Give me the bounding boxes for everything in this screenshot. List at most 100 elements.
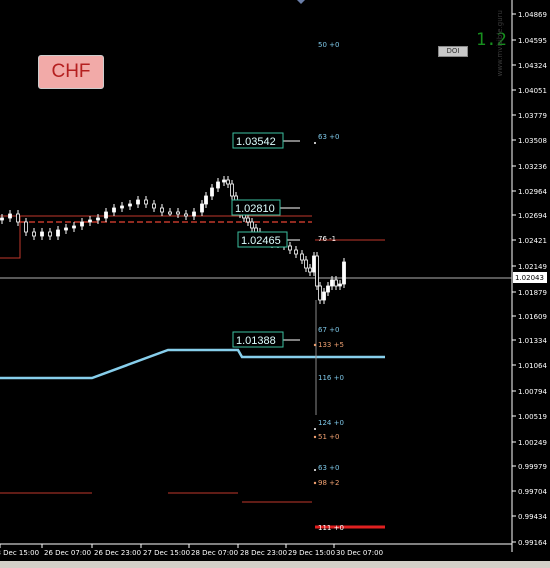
symbol-tabs: EURUSD,H1USDCAD,H1GBPUSD,H1USDJPY,H1AUDU… (0, 561, 550, 568)
candle-body (144, 199, 148, 205)
price-box-4: 1.01388 (236, 335, 276, 347)
level-label: 98 +2 (318, 479, 339, 487)
price-tick-label: 1.03236 (518, 163, 547, 171)
candle-body (216, 181, 220, 189)
doi-button[interactable]: DOI (438, 46, 468, 57)
candle-body (246, 217, 250, 223)
price-tick-label: 1.03508 (518, 137, 547, 145)
level-label: 133 +5 (318, 341, 344, 349)
time-tick-label: 26 Dec 23:00 (94, 549, 141, 557)
time-tick-label: 27 Dec 15:00 (143, 549, 190, 557)
time-tick-label: 30 Dec 07:00 (336, 549, 383, 557)
price-tick-label: 1.00519 (518, 413, 547, 421)
candle-body (152, 203, 156, 209)
chart-shift-icon (297, 0, 305, 4)
price-tick-label: 1.04051 (518, 87, 547, 95)
candle-body (315, 255, 319, 287)
candle-body (80, 221, 84, 227)
candle-body (288, 245, 292, 251)
price-box-1: 1.03542 (236, 136, 276, 148)
candle-body (334, 279, 338, 287)
candle-body (88, 219, 92, 223)
level-label: 50 +0 (318, 41, 339, 49)
candle-body (48, 231, 52, 237)
candle-body (330, 279, 334, 287)
level-label: 63 +0 (318, 464, 339, 472)
level-label: 124 +0 (318, 419, 344, 427)
price-box-3: 1.02465 (241, 235, 281, 247)
candle-body (112, 207, 116, 213)
time-tick-label: 23 Dec 15:00 (0, 549, 39, 557)
price-tick-label: 1.01064 (518, 362, 547, 370)
candle-body (160, 207, 164, 213)
price-box-group: 1.03542 1.02810 1.02465 1.01388 (231, 132, 288, 348)
price-tick-label: 1.04595 (518, 37, 547, 45)
candle-body (294, 249, 298, 255)
candle-body (16, 213, 20, 223)
level-label: 51 +0 (318, 433, 339, 441)
price-tick-label: 1.01609 (518, 313, 547, 321)
candle-body (64, 227, 68, 231)
price-tick-label: 0.99704 (518, 488, 547, 496)
price-tick-label: 1.01879 (518, 289, 547, 297)
candle-body (120, 205, 124, 209)
level-label: 67 +0 (318, 326, 339, 334)
candle-body (128, 203, 132, 207)
candle-body (322, 291, 326, 301)
candle-body (304, 259, 308, 269)
watermark: www.mvisible.guru (496, 10, 504, 77)
candle-body (0, 217, 4, 221)
candle-body (326, 285, 330, 293)
candle-body (56, 229, 60, 237)
price-tick-label: 1.01334 (518, 337, 547, 345)
candle-body (8, 213, 12, 219)
price-tick-label: 0.99434 (518, 513, 547, 521)
level-label: 76 -1 (318, 235, 336, 243)
level-label: 63 +0 (318, 133, 339, 141)
price-tick-label: 1.03779 (518, 112, 547, 120)
price-tick-label: 0.99164 (518, 539, 547, 547)
candle-body (40, 231, 44, 237)
candle-body (32, 231, 36, 237)
time-tick-label: 26 Dec 07:00 (44, 549, 91, 557)
price-tick-label: 1.02149 (518, 263, 547, 271)
time-tick-label: 29 Dec 15:00 (288, 549, 335, 557)
price-tick-label: 0.99979 (518, 463, 547, 471)
candle-body (136, 199, 140, 205)
level-label: 111 +0 (318, 524, 344, 532)
candle-body (200, 203, 204, 213)
candle-body (104, 211, 108, 219)
candle-body (226, 179, 230, 185)
price-tick-label: 1.02964 (518, 188, 547, 196)
candle-body (184, 213, 188, 217)
candle-body (230, 183, 234, 197)
price-tick-label: 1.04869 (518, 11, 547, 19)
candle-body (342, 261, 346, 285)
candle-body (24, 221, 28, 233)
candle-body (254, 227, 258, 233)
price-tick-label: 1.00249 (518, 439, 547, 447)
candle-body (338, 283, 342, 287)
candle-body (96, 217, 100, 221)
price-tick-label: 1.04324 (518, 62, 547, 70)
price-tick-label: 1.02421 (518, 237, 547, 245)
current-price-label: 1.02043 (515, 274, 544, 282)
candle-body (300, 253, 304, 261)
price-tick-label: 1.02694 (518, 212, 547, 220)
time-tick-label: 28 Dec 07:00 (191, 549, 238, 557)
level-label: 116 +0 (318, 374, 344, 382)
candle-body (222, 179, 226, 183)
candle-body (318, 285, 322, 301)
candle-body (250, 221, 254, 229)
candle-body (168, 211, 172, 215)
price-box-2: 1.02810 (235, 203, 275, 215)
candle-body (308, 267, 312, 273)
candle-body (72, 225, 76, 229)
candle-body (204, 195, 208, 205)
candle-body (192, 211, 196, 217)
candle-body (312, 255, 316, 273)
candle-body (210, 187, 214, 197)
time-tick-label: 28 Dec 23:00 (240, 549, 287, 557)
symbol-label: CHF (38, 55, 104, 89)
price-tick-label: 1.00794 (518, 388, 547, 396)
